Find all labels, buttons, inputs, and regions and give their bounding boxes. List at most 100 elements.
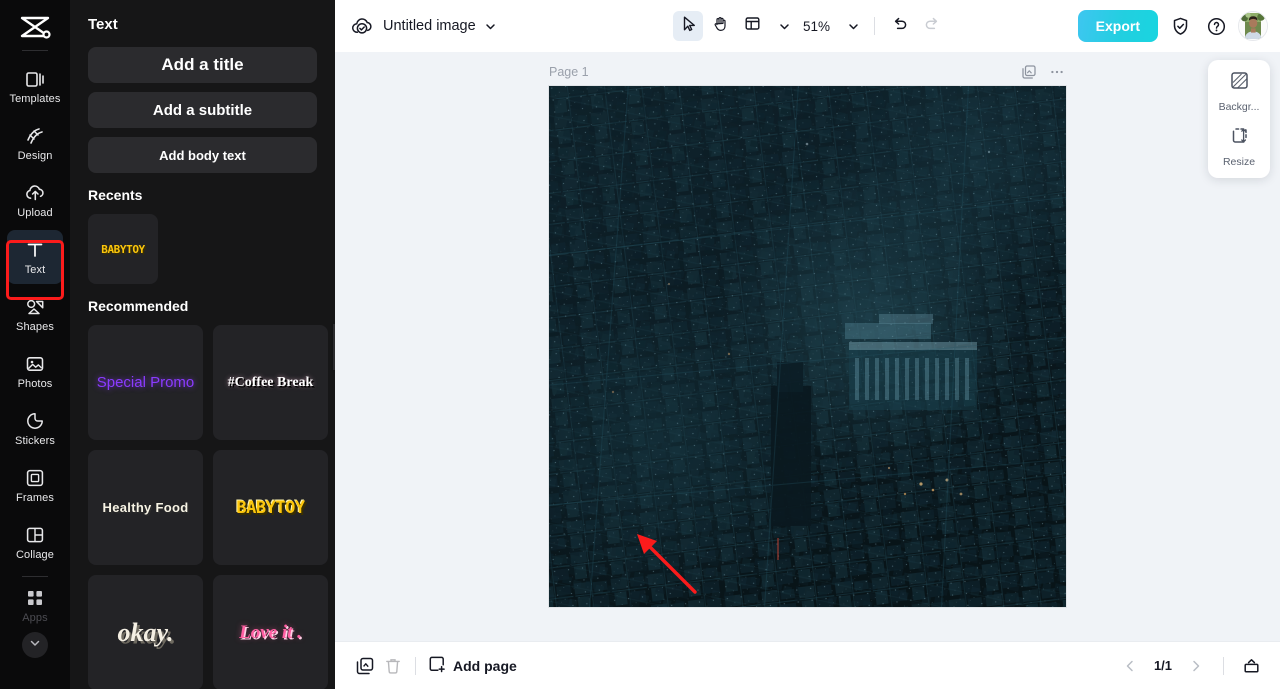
templates-icon bbox=[24, 68, 46, 90]
panel-collapse-handle[interactable] bbox=[333, 324, 335, 370]
sidebar-item-photos[interactable]: Photos bbox=[7, 344, 63, 398]
sidebar-item-label: Stickers bbox=[15, 434, 55, 447]
bottom-divider bbox=[415, 656, 416, 675]
sidebar-item-apps[interactable]: Apps bbox=[7, 583, 63, 627]
present-icon[interactable] bbox=[1238, 653, 1264, 679]
style-preview-label: okay. bbox=[117, 617, 174, 647]
page-canvas[interactable] bbox=[549, 86, 1066, 607]
page-label: Page 1 bbox=[549, 65, 589, 79]
add-body-text-button[interactable]: Add body text bbox=[88, 137, 317, 173]
style-preview-label: Healthy Food bbox=[102, 500, 189, 515]
capcut-logo-icon[interactable] bbox=[12, 10, 58, 44]
sidebar-item-shapes[interactable]: Shapes bbox=[7, 287, 63, 341]
recent-text-style-babytoy[interactable]: BABYTOY bbox=[88, 214, 158, 284]
sidebar-item-label: Apps bbox=[22, 611, 48, 624]
nav-divider bbox=[1223, 656, 1224, 675]
export-button[interactable]: Export bbox=[1077, 10, 1158, 42]
collage-icon bbox=[24, 524, 46, 546]
sidebar-item-frames[interactable]: Frames bbox=[7, 458, 63, 512]
design-icon bbox=[24, 125, 46, 147]
panel-title: Text bbox=[88, 16, 118, 33]
cloud-saved-icon[interactable] bbox=[349, 13, 375, 39]
duplicate-icon[interactable] bbox=[351, 652, 379, 680]
sidebar-item-label: Collage bbox=[15, 548, 54, 561]
background-button[interactable]: Backgr... bbox=[1208, 70, 1270, 113]
toolbar-center-controls: 51% bbox=[673, 11, 947, 41]
frames-icon bbox=[24, 467, 46, 489]
delete-button[interactable] bbox=[379, 652, 407, 680]
sidebar-item-stickers[interactable]: Stickers bbox=[7, 401, 63, 455]
zoom-level[interactable]: 51% bbox=[797, 19, 836, 34]
rail-divider-bottom bbox=[22, 576, 48, 577]
add-title-button[interactable]: Add a title bbox=[88, 47, 317, 83]
page-header-actions bbox=[1020, 63, 1066, 81]
top-toolbar: Untitled image 51% Export bbox=[335, 0, 1280, 52]
sidebar-item-label: Upload bbox=[17, 206, 53, 219]
sidebar-item-design[interactable]: Design bbox=[7, 116, 63, 170]
hand-icon bbox=[712, 15, 729, 37]
add-subtitle-button[interactable]: Add a subtitle bbox=[88, 92, 317, 128]
style-preview-label: Special Promo bbox=[96, 374, 195, 391]
recommended-grid: Special Promo #Coffee Break Healthy Food… bbox=[88, 325, 328, 689]
shield-icon[interactable] bbox=[1166, 12, 1194, 40]
text-style-card[interactable]: Special Promo bbox=[88, 325, 203, 440]
add-page-button[interactable]: Add page bbox=[428, 655, 517, 676]
text-t-icon bbox=[24, 239, 46, 261]
canvas-area[interactable]: Page 1 Backgr... Resize bbox=[335, 52, 1280, 641]
chevron-down-icon bbox=[29, 636, 41, 654]
left-rail: Templates Design Upload Text Shapes Phot… bbox=[0, 0, 70, 689]
text-style-card[interactable]: Love it . bbox=[213, 575, 328, 689]
layout-icon bbox=[744, 15, 761, 37]
sidebar-item-label: Text bbox=[24, 263, 46, 276]
redo-icon bbox=[923, 15, 941, 38]
rail-expand-button[interactable] bbox=[22, 632, 48, 658]
text-style-card-babytoy[interactable]: BABYTOY bbox=[213, 450, 328, 565]
style-preview-label: Love it . bbox=[239, 621, 302, 643]
toolbar-divider bbox=[874, 17, 876, 35]
text-style-card[interactable]: #Coffee Break bbox=[213, 325, 328, 440]
rail-divider-top bbox=[22, 50, 48, 51]
resize-button[interactable]: Resize bbox=[1208, 125, 1270, 168]
undo-button[interactable] bbox=[885, 11, 915, 41]
sidebar-item-upload[interactable]: Upload bbox=[7, 173, 63, 227]
background-label: Backgr... bbox=[1218, 101, 1260, 113]
page-counter: 1/1 bbox=[1153, 658, 1173, 673]
select-tool-button[interactable] bbox=[673, 11, 703, 41]
add-page-label: Add page bbox=[453, 657, 517, 674]
sidebar-item-label: Photos bbox=[17, 377, 53, 390]
user-avatar[interactable] bbox=[1238, 11, 1268, 41]
sidebar-item-label: Design bbox=[17, 149, 53, 162]
stickers-icon bbox=[24, 410, 46, 432]
sidebar-item-templates[interactable]: Templates bbox=[7, 59, 63, 113]
canvas-image bbox=[549, 86, 1066, 607]
canvas-side-panel: Backgr... Resize bbox=[1208, 60, 1270, 178]
layout-chevron-down-icon[interactable] bbox=[773, 15, 795, 37]
prev-page-button[interactable] bbox=[1117, 653, 1143, 679]
document-title-chevron-down-icon[interactable] bbox=[480, 15, 502, 37]
help-circle-icon[interactable] bbox=[1202, 12, 1230, 40]
hand-tool-button[interactable] bbox=[705, 11, 735, 41]
main-area: Untitled image 51% Export Page 1 Backgr.… bbox=[335, 0, 1280, 689]
cursor-arrow-icon bbox=[680, 15, 697, 37]
text-style-card[interactable]: Healthy Food bbox=[88, 450, 203, 565]
duplicate-page-icon[interactable] bbox=[1020, 63, 1038, 81]
sidebar-item-collage[interactable]: Collage bbox=[7, 515, 63, 569]
page-navigation: 1/1 bbox=[1117, 653, 1264, 679]
more-horizontal-icon[interactable] bbox=[1048, 63, 1066, 81]
layout-button[interactable] bbox=[737, 11, 767, 41]
text-style-card[interactable]: okay. bbox=[88, 575, 203, 689]
recents-list: BABYTOY bbox=[88, 214, 317, 284]
page-header: Page 1 bbox=[549, 58, 1066, 86]
zoom-chevron-down-icon[interactable] bbox=[842, 15, 864, 37]
sidebar-item-text[interactable]: Text bbox=[7, 230, 63, 284]
shapes-icon bbox=[24, 296, 46, 318]
page-container: Page 1 bbox=[549, 58, 1066, 607]
document-title[interactable]: Untitled image bbox=[383, 18, 476, 34]
background-icon bbox=[1229, 70, 1250, 96]
redo-button[interactable] bbox=[917, 11, 947, 41]
add-page-icon bbox=[428, 655, 446, 676]
style-preview-label: BABYTOY bbox=[101, 242, 145, 256]
sidebar-item-label: Templates bbox=[9, 92, 61, 105]
next-page-button[interactable] bbox=[1183, 653, 1209, 679]
recommended-heading: Recommended bbox=[88, 298, 189, 314]
